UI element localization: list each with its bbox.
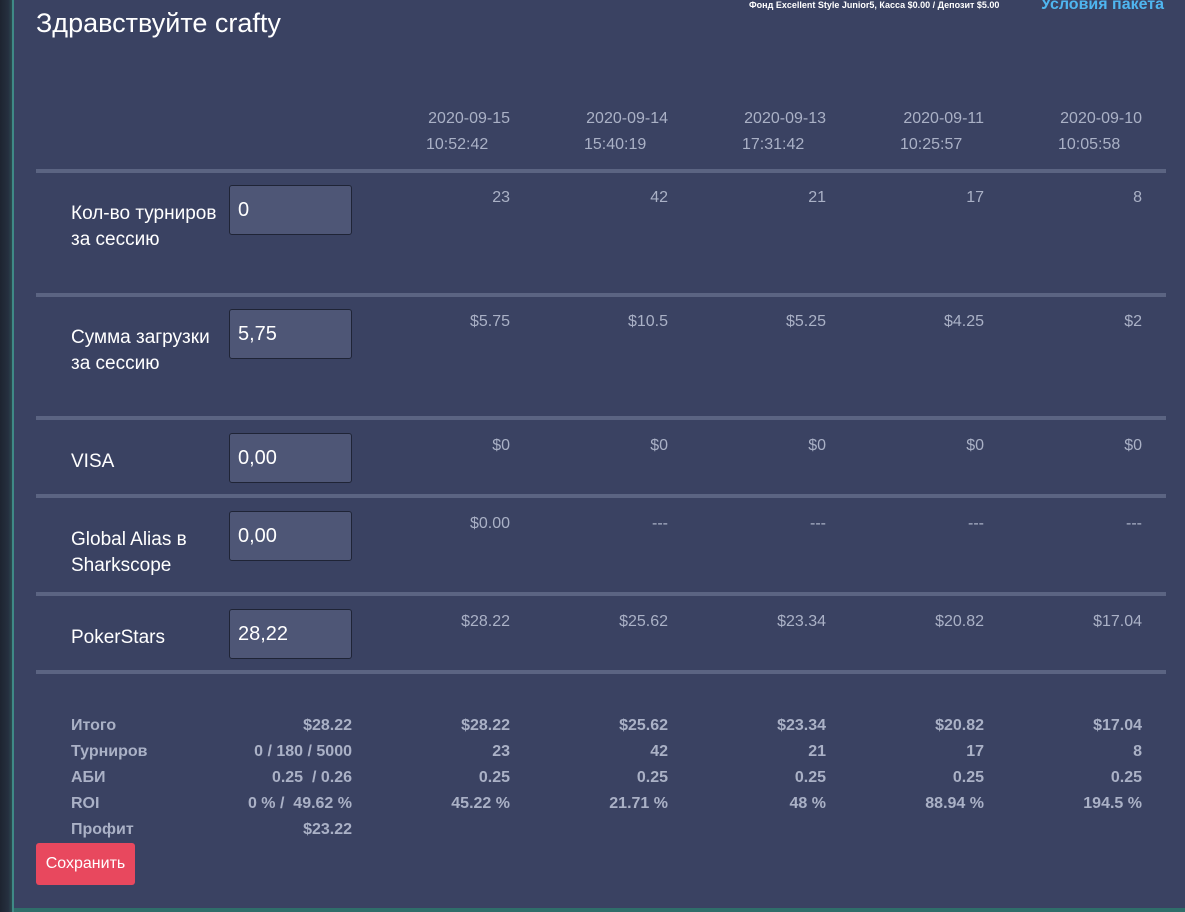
fund-info: Фонд Excellent Style Junior5, Касса $0.0… (749, 0, 1000, 10)
table-cell: $2 (1124, 313, 1142, 330)
summary-cell: $28.22 (461, 717, 510, 734)
pokerstars-input[interactable] (229, 609, 352, 659)
table-cell: $20.82 (935, 613, 984, 630)
table-cell: 8 (1133, 189, 1142, 206)
date-column-header: 2020-09-15 10:52:42 (350, 106, 510, 158)
summary-label-total: Итого (71, 717, 117, 734)
summary-cell: $25.62 (619, 717, 668, 734)
date-column-time: 15:40:19 (584, 136, 647, 153)
table-cell: 21 (808, 189, 826, 206)
row-divider (36, 494, 1166, 498)
summary-total-value: $23.22 (303, 821, 352, 838)
summary-total-value: $28.22 (303, 717, 352, 734)
summary-cell: 21 (808, 743, 826, 760)
date-column-header: 2020-09-14 15:40:19 (508, 106, 668, 158)
table-cell: --- (1126, 515, 1142, 532)
date-column-date: 2020-09-15 (428, 110, 510, 127)
table-cell: $10.5 (627, 313, 668, 330)
row-label-global-alias: Global Alias в Sharkscope (71, 529, 187, 576)
row-divider (36, 670, 1166, 674)
row-label-load-sum: Сумма загрузки за сессию (71, 327, 210, 374)
save-button[interactable]: Сохранить (36, 843, 135, 885)
date-column-time: 10:25:57 (900, 136, 963, 153)
table-cell: $0 (1124, 437, 1142, 454)
date-column-time: 10:05:58 (1058, 136, 1121, 153)
package-terms-link[interactable]: Условия пакета (1041, 0, 1164, 14)
summary-cell: 8 (1133, 743, 1142, 760)
summary-label-tournaments: Турниров (71, 743, 148, 760)
table-cell: 17 (966, 189, 984, 206)
summary-cell: 0.25 (636, 769, 668, 786)
row-divider (36, 293, 1166, 297)
summary-cell: 45.22 % (451, 795, 510, 812)
summary-total-value: 0 % / 49.62 % (247, 795, 352, 812)
row-label-pokerstars: PokerStars (71, 627, 165, 648)
summary-cell: 194.5 % (1083, 795, 1142, 812)
table-cell: --- (810, 515, 826, 532)
row-label-tournament-count: Кол-во турниров за сессию (71, 203, 217, 250)
global-alias-input[interactable] (229, 511, 352, 561)
date-column-header: 2020-09-11 10:25:57 (824, 106, 984, 158)
table-cell: 42 (650, 189, 668, 206)
date-column-header: 2020-09-10 10:05:58 (982, 106, 1142, 158)
date-column-time: 10:52:42 (426, 136, 489, 153)
tournament-count-input[interactable] (229, 185, 352, 235)
date-column-date: 2020-09-11 (903, 110, 984, 127)
window-bottom-border (14, 908, 1185, 912)
load-sum-input[interactable] (229, 309, 352, 359)
summary-cell: 17 (966, 743, 984, 760)
summary-cell: $17.04 (1093, 717, 1142, 734)
date-column-header: 2020-09-13 17:31:42 (666, 106, 826, 158)
date-column-date: 2020-09-10 (1060, 110, 1142, 127)
summary-cell: $20.82 (935, 717, 984, 734)
summary-cell: 42 (650, 743, 668, 760)
table-cell: $5.75 (469, 313, 510, 330)
row-divider (36, 592, 1166, 596)
summary-cell: 21.71 % (609, 795, 668, 812)
table-cell: $25.62 (619, 613, 668, 630)
summary-label-profit: Профит (71, 821, 134, 838)
table-cell: $0 (650, 437, 668, 454)
table-cell: $17.04 (1093, 613, 1142, 630)
table-cell: $28.22 (461, 613, 510, 630)
table-cell: $4.25 (943, 313, 984, 330)
summary-total-value: 0 / 180 / 5000 (254, 743, 352, 760)
table-cell: 23 (492, 189, 510, 206)
summary-label-roi: ROI (71, 795, 100, 812)
greeting-title: Здравствуйте crafty (36, 8, 281, 38)
visa-input[interactable] (229, 433, 352, 483)
table-cell: $0 (492, 437, 510, 454)
summary-cell: 0.25 (1110, 769, 1142, 786)
summary-label-abi: АБИ (71, 769, 106, 786)
table-cell: $0.00 (469, 515, 510, 532)
summary-cell: 0.25 (952, 769, 984, 786)
summary-cell: 48 % (789, 795, 826, 812)
row-label-visa: VISA (71, 451, 115, 472)
summary-cell: 0.25 (478, 769, 510, 786)
date-column-time: 17:31:42 (742, 136, 805, 153)
date-column-date: 2020-09-13 (744, 110, 826, 127)
table-cell: $5.25 (785, 313, 826, 330)
summary-cell: 88.94 % (925, 795, 984, 812)
table-cell: $0 (966, 437, 984, 454)
summary-cell: $23.34 (777, 717, 826, 734)
table-cell: --- (652, 515, 668, 532)
table-cell: --- (968, 515, 984, 532)
table-cell: $0 (808, 437, 826, 454)
summary-cell: 0.25 (794, 769, 826, 786)
date-column-date: 2020-09-14 (586, 110, 668, 127)
row-divider (36, 169, 1166, 173)
summary-cell: 23 (492, 743, 510, 760)
window-left-border (0, 0, 14, 912)
row-divider (36, 416, 1166, 420)
summary-total-value: 0.25 / 0.26 (271, 769, 352, 786)
table-cell: $23.34 (777, 613, 826, 630)
